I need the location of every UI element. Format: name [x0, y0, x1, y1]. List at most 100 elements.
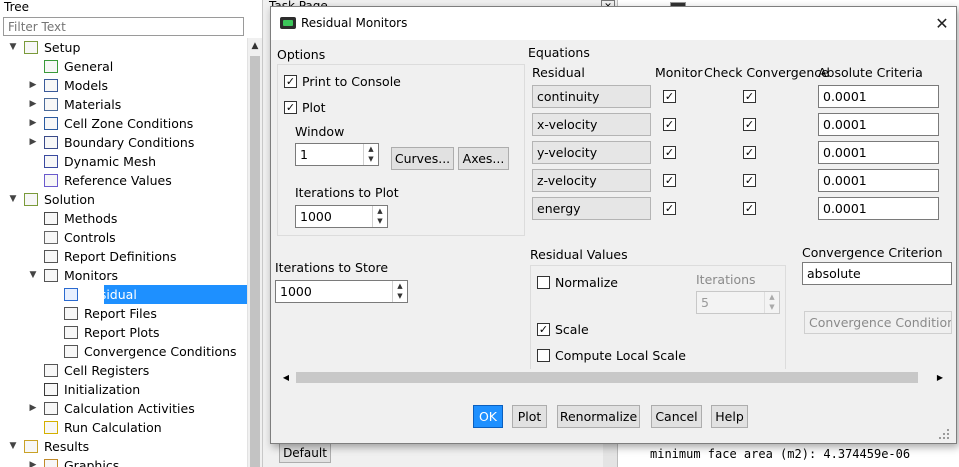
absolute-criteria-input-continuity[interactable]: 0.0001: [818, 85, 939, 108]
chevron-right-icon[interactable]: ▶: [28, 456, 38, 467]
dialog-horizontal-scrollbar[interactable]: ◀ ▶: [279, 369, 947, 386]
absolute-criteria-input-energy[interactable]: 0.0001: [818, 197, 939, 220]
help-button[interactable]: Help: [711, 405, 748, 428]
normalize-checkbox[interactable]: [537, 276, 550, 289]
tree-item-boundary-conditions[interactable]: ▶ Boundary Conditions: [0, 133, 247, 152]
iterations-to-plot-spinner[interactable]: 1000 ▲ ▼: [295, 205, 388, 228]
tree-item-monitors[interactable]: ▼ Monitors: [0, 266, 247, 285]
chevron-right-icon[interactable]: ▶: [28, 133, 38, 152]
chevron-right-icon[interactable]: ▶: [28, 114, 38, 133]
tree-item-cell-registers[interactable]: Cell Registers: [0, 361, 247, 380]
plot-checkbox[interactable]: ✓: [284, 101, 297, 114]
chevron-down-icon[interactable]: ▼: [28, 266, 38, 285]
monitor-checkbox-z-velocity[interactable]: ✓: [663, 174, 676, 187]
ok-button[interactable]: OK: [473, 405, 503, 428]
check-convergence-checkbox-y-velocity[interactable]: ✓: [743, 146, 756, 159]
scroll-left-arrow-icon[interactable]: ◀: [279, 369, 293, 386]
spin-down-icon[interactable]: ▼: [765, 302, 779, 312]
close-icon[interactable]: ✕: [931, 13, 953, 35]
tree-scrollbar-thumb[interactable]: [250, 56, 260, 467]
curves-button[interactable]: Curves...: [391, 147, 454, 170]
chevron-right-icon[interactable]: ▶: [28, 76, 38, 95]
compute-local-scale-checkbox[interactable]: [537, 349, 550, 362]
chevron-right-icon[interactable]: ▶: [28, 95, 38, 114]
tree-item-controls[interactable]: Controls: [0, 228, 247, 247]
scroll-up-arrow-icon[interactable]: ▲: [248, 38, 262, 54]
tree-scrollbar[interactable]: ▲: [247, 38, 262, 467]
tree-item-reference-values[interactable]: Reference Values: [0, 171, 247, 190]
monitor-checkbox-y-velocity[interactable]: ✓: [663, 146, 676, 159]
spin-up-icon[interactable]: ▲: [393, 281, 407, 291]
tree-item-report-plots[interactable]: Report Plots: [0, 323, 247, 342]
check-convergence-checkbox-z-velocity[interactable]: ✓: [743, 174, 756, 187]
spin-down-icon[interactable]: ▼: [373, 216, 387, 226]
tree-item-graphics[interactable]: ▶ Graphics: [0, 456, 247, 467]
tree-item-label: Setup: [44, 40, 81, 55]
spin-up-icon[interactable]: ▲: [765, 292, 779, 302]
normalize-iterations-value: 5: [701, 295, 709, 310]
print-to-console-checkbox[interactable]: ✓: [284, 75, 297, 88]
iterations-to-store-spinner[interactable]: 1000 ▲ ▼: [275, 280, 408, 303]
spin-down-icon[interactable]: ▼: [393, 291, 407, 301]
tree-item-solution[interactable]: ▼ Solution: [0, 190, 247, 209]
normalize-iterations-spinner[interactable]: 5 ▲ ▼: [696, 291, 780, 314]
tree-item-run-calculation[interactable]: Run Calculation: [0, 418, 247, 437]
convergence-criterion-dropdown[interactable]: absolute: [802, 262, 952, 285]
normalize-label: Normalize: [555, 275, 618, 290]
monitor-checkbox-continuity[interactable]: ✓: [663, 90, 676, 103]
chevron-down-icon[interactable]: ▼: [8, 38, 18, 57]
dialog-title: Residual Monitors: [301, 16, 408, 30]
tree-filter-input[interactable]: [3, 17, 244, 36]
results-icon: [24, 440, 38, 453]
iterations-to-store-value: 1000: [280, 284, 312, 299]
plot-button[interactable]: Plot: [512, 405, 547, 428]
tree-item-general[interactable]: General: [0, 57, 247, 76]
resize-grip-icon[interactable]: [937, 427, 951, 441]
tree-item-initialization[interactable]: Initialization: [0, 380, 247, 399]
chevron-right-icon[interactable]: ▶: [28, 399, 38, 418]
absolute-criteria-input-y-velocity[interactable]: 0.0001: [818, 141, 939, 164]
tree-item-methods[interactable]: Methods: [0, 209, 247, 228]
iterations-to-store-label: Iterations to Store: [275, 260, 389, 275]
tree-item-models[interactable]: ▶ Models: [0, 76, 247, 95]
tree-item-setup[interactable]: ▼ Setup: [0, 38, 247, 57]
chevron-down-icon[interactable]: ▼: [8, 190, 18, 209]
absolute-criteria-input-z-velocity[interactable]: 0.0001: [818, 169, 939, 192]
monitors-icon: [44, 269, 58, 282]
absolute-criteria-input-x-velocity[interactable]: 0.0001: [818, 113, 939, 136]
default-button[interactable]: Default: [279, 441, 331, 463]
monitor-checkbox-x-velocity[interactable]: ✓: [663, 118, 676, 131]
check-convergence-checkbox-continuity[interactable]: ✓: [743, 90, 756, 103]
check-convergence-checkbox-x-velocity[interactable]: ✓: [743, 118, 756, 131]
residual-values-heading: Residual Values: [530, 247, 628, 262]
tree-item-calculation-activities[interactable]: ▶ Calculation Activities: [0, 399, 247, 418]
tree-item-materials[interactable]: ▶ Materials: [0, 95, 247, 114]
residual-monitors-dialog: Residual Monitors ✕ Options ✓ Print to C…: [270, 6, 957, 444]
tree-item-label: Report Files: [84, 306, 157, 321]
cancel-button[interactable]: Cancel: [651, 405, 702, 428]
horizontal-scrollbar-thumb[interactable]: [296, 372, 918, 383]
axes-button[interactable]: Axes...: [458, 147, 509, 170]
tree-item-cell-zone-conditions[interactable]: ▶ Cell Zone Conditions: [0, 114, 247, 133]
scroll-right-arrow-icon[interactable]: ▶: [933, 369, 947, 386]
chevron-down-icon[interactable]: ▼: [8, 437, 18, 456]
tree-item-report-definitions[interactable]: Report Definitions: [0, 247, 247, 266]
window-spinner[interactable]: 1 ▲ ▼: [295, 143, 379, 166]
convergence-conditions-button[interactable]: Convergence Conditions...: [804, 311, 952, 334]
iterations-to-plot-value: 1000: [300, 209, 332, 224]
spin-down-icon[interactable]: ▼: [364, 154, 378, 164]
spin-up-icon[interactable]: ▲: [373, 206, 387, 216]
dialog-titlebar[interactable]: Residual Monitors ✕: [271, 7, 956, 40]
renormalize-button[interactable]: Renormalize: [557, 405, 640, 428]
absolute-criteria-column-header: Absolute Criteria: [818, 65, 923, 80]
check-convergence-checkbox-energy[interactable]: ✓: [743, 202, 756, 215]
tree-item-report-files[interactable]: Report Files: [0, 304, 247, 323]
tree-item-residual[interactable]: Residual: [64, 285, 247, 304]
convergence-conditions-icon: [64, 345, 78, 358]
tree-item-results[interactable]: ▼ Results: [0, 437, 247, 456]
tree-item-dynamic-mesh[interactable]: Dynamic Mesh: [0, 152, 247, 171]
scale-checkbox[interactable]: ✓: [537, 323, 550, 336]
monitor-checkbox-energy[interactable]: ✓: [663, 202, 676, 215]
spin-up-icon[interactable]: ▲: [364, 144, 378, 154]
tree-item-convergence-conditions[interactable]: Convergence Conditions: [0, 342, 247, 361]
